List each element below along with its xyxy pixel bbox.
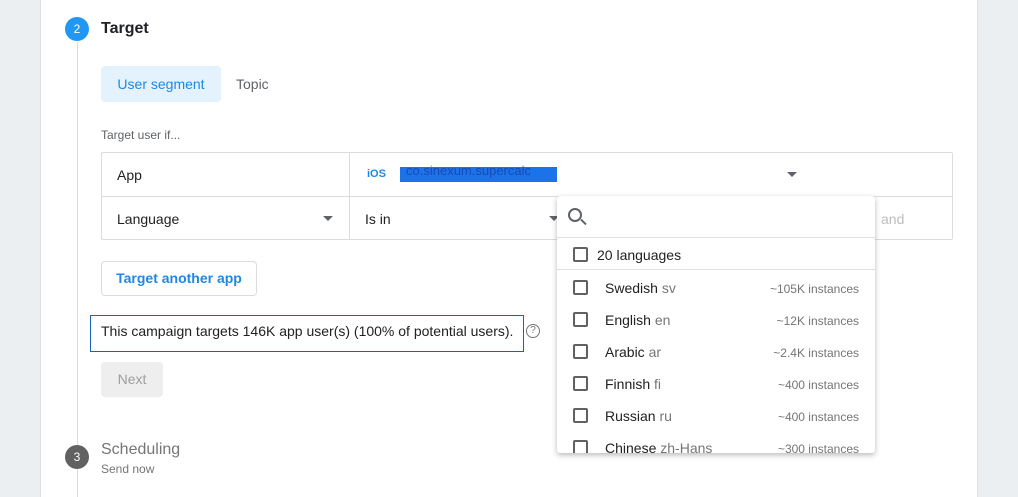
step-2-title: Target: [101, 20, 149, 37]
language-checkbox[interactable]: [573, 408, 588, 423]
app-label: App: [117, 167, 142, 183]
language-option[interactable]: Swedish sv ~105K instances: [557, 271, 875, 303]
chevron-down-icon[interactable]: [323, 216, 333, 221]
language-checkbox[interactable]: [573, 312, 588, 327]
step-3-title[interactable]: Scheduling: [101, 441, 180, 459]
language-code: zh-Hans: [660, 440, 713, 453]
language-code: sv: [661, 280, 676, 296]
language-name: Chinese zh-Hans: [605, 440, 712, 453]
search-icon: [568, 208, 582, 222]
language-label: Russian: [605, 408, 656, 424]
operator-select[interactable]: Is in: [365, 211, 391, 227]
language-option[interactable]: Russian ru ~400 instances: [557, 399, 875, 431]
tab-topic[interactable]: Topic: [236, 66, 269, 102]
next-button: Next: [101, 362, 163, 397]
ios-icon: iOS: [367, 168, 386, 180]
language-code: ar: [648, 344, 662, 360]
language-code: ru: [659, 408, 672, 424]
language-checkbox[interactable]: [573, 280, 588, 295]
language-name: Swedish sv: [605, 280, 676, 296]
chevron-down-icon[interactable]: [787, 172, 797, 177]
select-all-row[interactable]: 20 languages: [557, 238, 875, 270]
column-divider: [349, 153, 350, 239]
language-instances: ~12K instances: [776, 314, 859, 328]
language-name: Russian ru: [605, 408, 672, 424]
and-button[interactable]: and: [881, 211, 904, 227]
target-user-label: Target user if...: [101, 128, 181, 142]
language-code: fi: [654, 376, 662, 392]
language-code: en: [654, 312, 671, 328]
language-dropdown: 20 languages Swedish sv ~105K instances …: [557, 196, 875, 453]
language-label: Swedish: [605, 280, 658, 296]
language-label: English: [605, 312, 651, 328]
language-label: Arabic: [605, 344, 645, 360]
help-icon[interactable]: ?: [526, 324, 540, 338]
app-select[interactable]: co.sinexum.supercalc: [400, 163, 557, 182]
language-select[interactable]: Language: [117, 211, 179, 227]
targeting-summary: This campaign targets 146K app user(s) (…: [90, 315, 524, 352]
target-another-app-button[interactable]: Target another app: [101, 261, 257, 296]
language-checkbox[interactable]: [573, 440, 588, 453]
language-checkbox[interactable]: [573, 376, 588, 391]
language-name: English en: [605, 312, 670, 328]
stepper-line: [77, 42, 78, 497]
app-name: co.sinexum.supercalc: [406, 163, 531, 178]
language-instances: ~300 instances: [777, 442, 859, 453]
language-instances: ~2.4K instances: [773, 346, 859, 360]
language-search-input[interactable]: [593, 204, 863, 230]
language-name: Arabic ar: [605, 344, 661, 360]
language-name: Finnish fi: [605, 376, 661, 392]
language-option[interactable]: Finnish fi ~400 instances: [557, 367, 875, 399]
language-instances: ~400 instances: [777, 410, 859, 424]
tab-user-segment[interactable]: User segment: [101, 66, 221, 102]
step-3-badge: 3: [65, 445, 89, 469]
language-option[interactable]: Arabic ar ~2.4K instances: [557, 335, 875, 367]
step-3-subtitle: Send now: [101, 462, 155, 476]
select-all-label: 20 languages: [597, 247, 682, 263]
language-instances: ~105K instances: [769, 282, 859, 296]
select-all-checkbox[interactable]: [573, 247, 588, 262]
language-instances: ~400 instances: [777, 378, 859, 392]
step-2-badge: 2: [65, 17, 89, 41]
language-checkbox[interactable]: [573, 344, 588, 359]
language-label: Finnish: [605, 376, 651, 392]
dropdown-search: [557, 196, 875, 238]
language-label: Chinese: [605, 440, 657, 453]
language-option[interactable]: Chinese zh-Hans ~300 instances: [557, 431, 875, 453]
language-option[interactable]: English en ~12K instances: [557, 303, 875, 335]
